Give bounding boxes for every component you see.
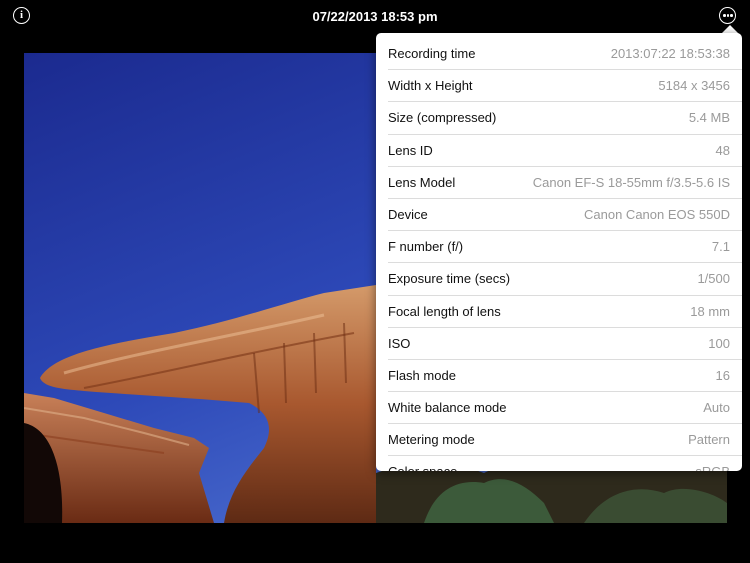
exif-key: Color space: [388, 464, 457, 471]
exif-value: 2013:07:22 18:53:38: [610, 46, 730, 61]
exif-row: ISO 100: [388, 328, 742, 360]
top-toolbar: i 07/22/2013 18:53 pm: [0, 0, 750, 34]
exif-row: Width x Height 5184 x 3456: [388, 70, 742, 103]
exif-key: Recording time: [388, 46, 476, 61]
exif-row: Size (compressed) 5.4 MB: [388, 102, 742, 135]
exif-key: Metering mode: [388, 432, 475, 448]
exif-key: Exposure time (secs): [388, 271, 511, 287]
exif-value: 18 mm: [690, 303, 730, 319]
exif-key: Lens ID: [388, 142, 433, 158]
exif-value: 7.1: [711, 239, 730, 255]
exif-row: F number (f/) 7.1: [388, 231, 742, 264]
exif-value: 5.4 MB: [688, 110, 730, 126]
exif-key: Device: [388, 206, 428, 222]
more-options-icon[interactable]: [719, 7, 736, 24]
exif-row: Color space sRGB: [388, 456, 742, 471]
exif-row: White balance mode Auto: [388, 392, 742, 425]
exif-row: Focal length of lens 18 mm: [388, 296, 742, 328]
exif-key: Focal length of lens: [388, 303, 501, 319]
exif-row: Exposure time (secs) 1/500: [388, 263, 742, 296]
exif-key: Lens Model: [388, 174, 456, 190]
exif-value: Canon Canon EOS 550D: [584, 206, 730, 222]
exif-value: Auto: [703, 400, 730, 416]
exif-value: 16: [715, 367, 730, 383]
exif-row: Flash mode 16: [388, 360, 742, 393]
exif-value: Canon EF-S 18-55mm f/3.5-5.6 IS: [532, 174, 730, 190]
exif-key: Size (compressed): [388, 110, 497, 126]
exif-value: sRGB: [695, 464, 730, 471]
exif-key: F number (f/): [388, 239, 464, 255]
exif-table: Recording time 2013:07:22 18:53:38 Width x…: [376, 38, 742, 471]
exif-key: ISO: [388, 335, 411, 351]
exif-row: Device Canon Canon EOS 550D: [388, 199, 742, 232]
exif-row: Recording time 2013:07:22 18:53:38: [388, 38, 742, 71]
exif-value: 100: [708, 335, 730, 351]
exif-key: Width x Height: [388, 78, 473, 94]
photo-date-title: 07/22/2013 18:53 pm: [312, 9, 438, 24]
exif-row: Lens ID 48: [388, 135, 742, 167]
exif-row: Lens Model Canon EF-S 18-55mm f/3.5-5.6 I…: [388, 167, 742, 199]
exif-value: 1/500: [697, 271, 730, 287]
exif-info-popover[interactable]: Recording time 2013:07:22 18:53:38 Width x…: [376, 33, 742, 471]
exif-key: Flash mode: [388, 367, 456, 383]
exif-value: Pattern: [688, 432, 730, 448]
exif-value: 48: [715, 142, 730, 158]
exif-value: 5184 x 3456: [658, 78, 730, 94]
exif-key: White balance mode: [388, 400, 507, 416]
exif-row: Metering mode Pattern: [388, 424, 742, 457]
